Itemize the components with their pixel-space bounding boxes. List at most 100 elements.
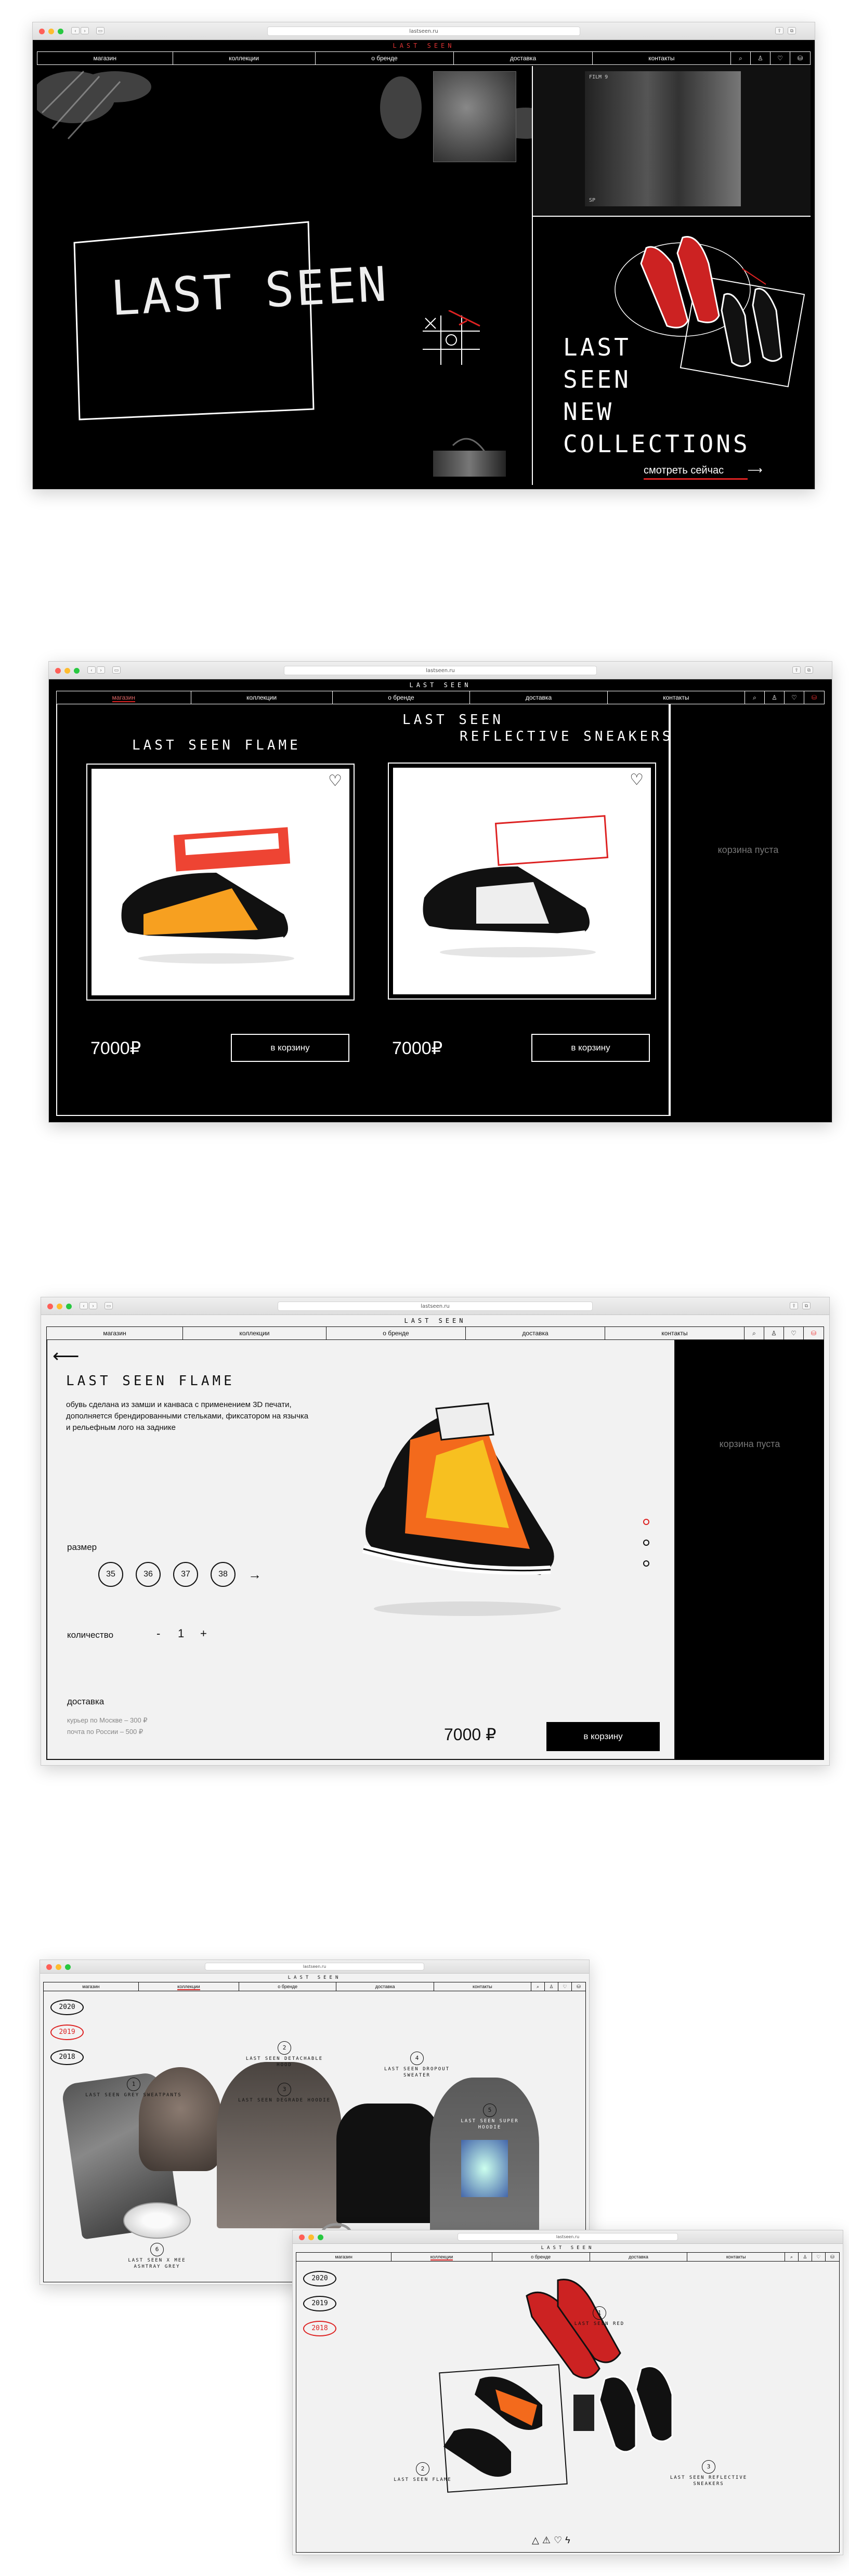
cart-icon[interactable]: ⛁ [804, 1327, 824, 1339]
window-controls[interactable] [39, 29, 63, 34]
nav-shop[interactable]: магазин [57, 691, 191, 704]
nav-delivery[interactable]: доставка [470, 691, 608, 704]
favorites-icon[interactable]: ♡ [784, 1327, 804, 1339]
year-2018[interactable]: 2018 [50, 2049, 84, 2065]
nav-delivery[interactable]: доставка [336, 1982, 434, 1991]
window-controls[interactable] [55, 668, 80, 674]
more-sizes-arrow-icon[interactable]: → [248, 1567, 262, 1583]
size-option[interactable]: 37 [173, 1562, 198, 1587]
sidebar-icon[interactable]: ▭ [105, 1302, 113, 1309]
watch-now-link[interactable]: смотреть сейчас ⟶ [644, 464, 762, 480]
brand-logo[interactable]: LAST SEEN [41, 1317, 829, 1324]
nav-delivery[interactable]: доставка [590, 2253, 688, 2261]
address-bar[interactable]: lastseen.ru [283, 666, 597, 675]
nav-contacts[interactable]: контакты [608, 691, 746, 704]
account-icon[interactable]: ♙ [765, 691, 785, 704]
forward-icon[interactable]: › [89, 1302, 97, 1309]
window-controls[interactable] [46, 1964, 71, 1970]
account-icon[interactable]: ♙ [799, 2253, 812, 2261]
nav-collections[interactable]: коллекции [173, 52, 316, 64]
address-bar[interactable]: lastseen.ru [277, 1302, 593, 1311]
nav-collections[interactable]: коллекции [139, 1982, 239, 1991]
brand-logo[interactable]: LAST SEEN [293, 2245, 843, 2251]
size-option[interactable]: 38 [211, 1562, 236, 1587]
ashtray-photo[interactable] [123, 2202, 191, 2239]
search-icon[interactable]: ⌕ [731, 52, 751, 64]
tabs-icon[interactable]: ⧉ [788, 27, 796, 34]
forward-icon[interactable]: › [81, 27, 89, 34]
nav-contacts[interactable]: контакты [687, 2253, 785, 2261]
search-icon[interactable]: ⌕ [785, 2253, 799, 2261]
super-hoodie-photo[interactable] [430, 2078, 539, 2244]
nav-collections[interactable]: коллекции [391, 2253, 492, 2261]
size-option[interactable]: 36 [136, 1562, 161, 1587]
quantity-increase-button[interactable]: + [200, 1627, 207, 1640]
search-icon[interactable]: ⌕ [744, 1327, 764, 1339]
favorites-icon[interactable]: ♡ [785, 691, 805, 704]
account-icon[interactable]: ♙ [545, 1982, 559, 1991]
nav-shop[interactable]: магазин [47, 1327, 184, 1339]
nav-shop[interactable]: магазин [296, 2253, 392, 2261]
back-arrow-icon[interactable]: ⟵ [53, 1345, 80, 1367]
nav-shop[interactable]: магазин [37, 52, 173, 64]
back-icon[interactable]: ‹ [71, 27, 80, 34]
sidebar-icon[interactable]: ▭ [112, 666, 121, 674]
search-icon[interactable]: ⌕ [531, 1982, 545, 1991]
address-bar[interactable]: lastseen.ru [204, 1963, 425, 1970]
favorite-icon[interactable]: ♡ [328, 772, 342, 790]
share-icon[interactable]: ⇧ [790, 1302, 798, 1309]
brand-logo[interactable]: LAST SEEN [40, 1975, 589, 1980]
nav-contacts[interactable]: контакты [434, 1982, 532, 1991]
nav-contacts[interactable]: контакты [605, 1327, 744, 1339]
product-1-add-to-cart-button[interactable]: в корзину [231, 1034, 349, 1062]
product-2-card[interactable]: ♡ [388, 763, 656, 1000]
nav-collections[interactable]: коллекции [183, 1327, 326, 1339]
gallery-dot-3[interactable] [643, 1560, 649, 1567]
product-2-add-to-cart-button[interactable]: в корзину [531, 1034, 650, 1062]
nav-contacts[interactable]: контакты [593, 52, 732, 64]
video-panel[interactable]: FILM 9 SP [533, 66, 811, 217]
nav-about[interactable]: о бренде [316, 52, 454, 64]
year-2020[interactable]: 2020 [50, 2000, 84, 2015]
gallery-dot-2[interactable] [643, 1540, 649, 1546]
brand-logo[interactable]: LAST SEEN [49, 681, 832, 689]
cart-icon[interactable]: ⛁ [804, 691, 824, 704]
window-controls[interactable] [299, 2235, 323, 2240]
back-icon[interactable]: ‹ [80, 1302, 88, 1309]
share-icon[interactable]: ⇧ [775, 27, 783, 34]
tabs-icon[interactable]: ⧉ [805, 666, 813, 674]
favorites-icon[interactable]: ♡ [812, 2253, 826, 2261]
nav-about[interactable]: о бренде [326, 1327, 466, 1339]
size-option[interactable]: 35 [98, 1562, 123, 1587]
forward-icon[interactable]: › [97, 666, 105, 674]
nav-about[interactable]: о бренде [333, 691, 471, 704]
nav-collections[interactable]: коллекции [191, 691, 333, 704]
cart-icon[interactable]: ⛁ [572, 1982, 585, 1991]
account-icon[interactable]: ♙ [764, 1327, 784, 1339]
favorite-icon[interactable]: ♡ [630, 771, 644, 789]
quantity-decrease-button[interactable]: - [156, 1627, 160, 1640]
dropout-sweater-photo[interactable] [336, 2104, 440, 2223]
add-to-cart-button[interactable]: в корзину [546, 1722, 660, 1751]
year-2019[interactable]: 2019 [50, 2025, 84, 2040]
gallery-dot-1[interactable] [643, 1519, 649, 1525]
year-2019[interactable]: 2019 [303, 2296, 336, 2311]
year-2020[interactable]: 2020 [303, 2271, 336, 2286]
cart-icon[interactable]: ⛁ [790, 52, 810, 64]
sidebar-icon[interactable]: ▭ [96, 27, 105, 34]
window-controls[interactable] [47, 1304, 72, 1309]
product-1-card[interactable]: ♡ [86, 764, 355, 1001]
account-icon[interactable]: ♙ [751, 52, 771, 64]
address-bar[interactable]: lastseen.ru [458, 2233, 678, 2241]
favorites-icon[interactable]: ♡ [770, 52, 791, 64]
nav-shop[interactable]: магазин [44, 1982, 139, 1991]
share-icon[interactable]: ⇧ [792, 666, 801, 674]
search-icon[interactable]: ⌕ [745, 691, 765, 704]
nav-about[interactable]: о бренде [239, 1982, 337, 1991]
tabs-icon[interactable]: ⧉ [802, 1302, 811, 1309]
nav-delivery[interactable]: доставка [454, 52, 593, 64]
cart-icon[interactable]: ⛁ [826, 2253, 839, 2261]
brand-logo[interactable]: LAST SEEN [33, 42, 815, 49]
year-2018[interactable]: 2018 [303, 2321, 336, 2336]
nav-about[interactable]: о бренде [492, 2253, 590, 2261]
